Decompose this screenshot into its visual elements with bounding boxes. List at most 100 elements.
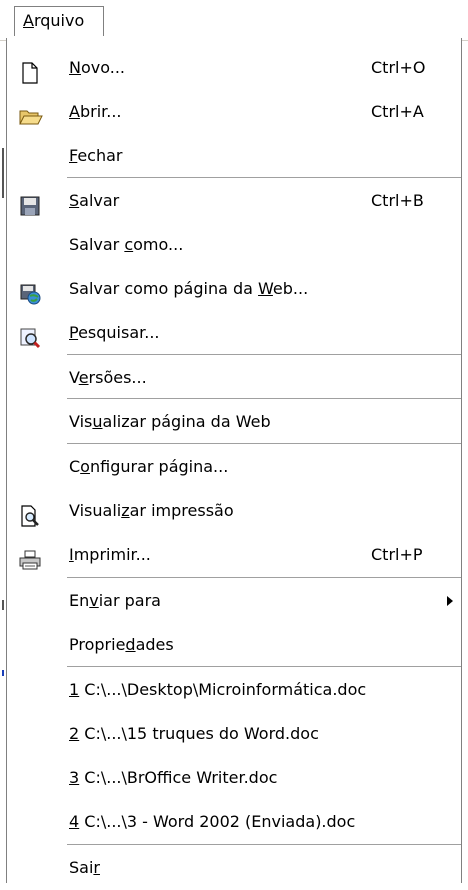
label-rest: C:\...\15 truques do Word.doc: [79, 724, 319, 743]
menu-item-label: Configurar página...: [69, 445, 228, 489]
label-pre: Salvar como página da: [69, 279, 259, 298]
menu-item-label: Enviar para: [69, 579, 161, 623]
menu-item-fechar[interactable]: Fechar: [7, 134, 461, 178]
label-pre: Sai: [69, 858, 94, 877]
menu-item-label: Propriedades: [69, 623, 174, 667]
menu-item-label: Visualizar impressão: [69, 489, 234, 533]
label-rest: omo...: [133, 235, 184, 254]
menu-title-rest: rquivo: [33, 11, 85, 30]
menu-bar: Arquivo: [0, 0, 468, 41]
recent-file-4[interactable]: 4 C:\...\3 - Word 2002 (Enviada).doc: [7, 800, 461, 844]
menu-item-shortcut: Ctrl+B: [371, 191, 424, 210]
recent-file-2[interactable]: 2 C:\...\15 truques do Word.doc: [7, 712, 461, 756]
menu-item-label: Fechar: [69, 134, 123, 178]
label-rest: rsões...: [88, 368, 147, 387]
menu-item-enviar-para[interactable]: Enviar para: [7, 579, 461, 623]
label-accesskey: A: [69, 102, 80, 121]
label-accesskey: 1: [69, 680, 80, 699]
menu-item-label: Novo...: [69, 46, 125, 90]
menu-item-label: 3 C:\...\BrOffice Writer.doc: [69, 756, 277, 800]
label-rest: C:\...\BrOffice Writer.doc: [79, 768, 278, 787]
menu-title-accesskey: A: [23, 11, 34, 30]
menu-item-salvar[interactable]: Salvar Ctrl+B: [7, 179, 461, 223]
menu-item-abrir[interactable]: Abrir... Ctrl+A: [7, 90, 461, 134]
label-rest: alvar: [79, 191, 120, 210]
menu-item-visualizar-pagina-web[interactable]: Visualizar página da Web: [7, 400, 461, 444]
label-pre: C: [69, 457, 81, 476]
menu-item-sair[interactable]: Sair: [7, 846, 461, 890]
menu-item-salvar-como[interactable]: Salvar como...: [7, 223, 461, 267]
label-rest: C:\...\Desktop\Microinformática.doc: [79, 680, 367, 699]
print-preview-icon: [19, 500, 41, 527]
menu-item-configurar-pagina[interactable]: Configurar página...: [7, 445, 461, 489]
menu-item-imprimir[interactable]: Imprimir... Ctrl+P: [7, 533, 461, 577]
save-disk-icon: [19, 190, 41, 216]
menu-item-novo[interactable]: Novo... Ctrl+O: [7, 46, 461, 90]
label-rest: esquisar...: [78, 323, 160, 342]
label-rest: ades: [135, 635, 174, 654]
menu-item-versoes[interactable]: Versões...: [7, 356, 461, 400]
save-web-icon: [19, 278, 41, 305]
label-accesskey: 4: [69, 812, 80, 831]
label-rest: eb...: [272, 279, 309, 298]
printer-icon: [19, 544, 41, 570]
label-rest: nfigurar página...: [89, 457, 229, 476]
menu-item-label: Sair: [69, 846, 100, 890]
menu-item-salvar-como-web[interactable]: Salvar como página da Web...: [7, 267, 461, 311]
menu-item-label: Abrir...: [69, 90, 122, 134]
menu-item-shortcut: Ctrl+P: [371, 545, 423, 564]
new-document-icon: [19, 57, 41, 84]
menu-arquivo[interactable]: Arquivo: [14, 6, 104, 36]
recent-file-1[interactable]: 1 C:\...\Desktop\Microinformática.doc: [7, 668, 461, 712]
menu-item-visualizar-impressao[interactable]: Visualizar impressão: [7, 489, 461, 533]
label-accesskey: d: [125, 635, 136, 654]
menu-item-propriedades[interactable]: Propriedades: [7, 623, 461, 667]
label-accesskey: P: [69, 323, 79, 342]
label-accesskey: S: [69, 191, 80, 210]
edge-mark: [2, 600, 4, 610]
label-accesskey: v: [89, 591, 99, 610]
menu-item-label: Pesquisar...: [69, 311, 160, 355]
recent-file-3[interactable]: 3 C:\...\BrOffice Writer.doc: [7, 756, 461, 800]
edge-mark: [2, 670, 4, 676]
menu-item-label: Salvar como...: [69, 223, 183, 267]
menu-item-label: Visualizar página da Web: [69, 400, 271, 444]
label-pre: Salvar: [69, 235, 125, 254]
label-accesskey: W: [258, 279, 273, 298]
arquivo-dropdown-menu: Novo... Ctrl+O Abrir... Ctrl+A Fechar Sa…: [6, 38, 462, 883]
label-pre: Visuali: [69, 501, 122, 520]
menu-item-label: 4 C:\...\3 - Word 2002 (Enviada).doc: [69, 800, 355, 844]
search-icon: [19, 322, 41, 349]
menu-item-pesquisar[interactable]: Pesquisar...: [7, 311, 461, 355]
label-accesskey: 3: [69, 768, 80, 787]
label-pre: En: [69, 591, 90, 610]
menu-item-shortcut: Ctrl+O: [371, 58, 426, 77]
edge-mark: [2, 148, 4, 198]
label-rest: ar impressão: [129, 501, 234, 520]
label-accesskey: z: [121, 501, 130, 520]
label-accesskey: e: [78, 368, 89, 387]
label-rest: alizar página da Web: [102, 412, 271, 431]
label-accesskey: o: [80, 457, 90, 476]
menu-item-label: Salvar: [69, 179, 119, 223]
label-pre: Vis: [69, 412, 93, 431]
label-rest: mprimir...: [73, 545, 151, 564]
label-pre: V: [69, 368, 79, 387]
label-rest: echar: [77, 146, 123, 165]
label-rest: iar para: [98, 591, 161, 610]
menu-item-label: Salvar como página da Web...: [69, 267, 308, 311]
label-rest: ovo...: [80, 58, 125, 77]
menu-item-label: Imprimir...: [69, 533, 151, 577]
label-pre: Proprie: [69, 635, 126, 654]
label-rest: brir...: [79, 102, 122, 121]
menu-item-label: 1 C:\...\Desktop\Microinformática.doc: [69, 668, 366, 712]
menu-item-label: Versões...: [69, 356, 147, 400]
label-rest: C:\...\3 - Word 2002 (Enviada).doc: [79, 812, 356, 831]
menu-item-shortcut: Ctrl+A: [371, 102, 424, 121]
label-accesskey: u: [92, 412, 103, 431]
label-accesskey: N: [69, 58, 81, 77]
submenu-arrow-icon: [447, 596, 453, 606]
label-accesskey: r: [93, 858, 100, 877]
label-accesskey: c: [124, 235, 134, 254]
label-accesskey: 2: [69, 724, 80, 743]
